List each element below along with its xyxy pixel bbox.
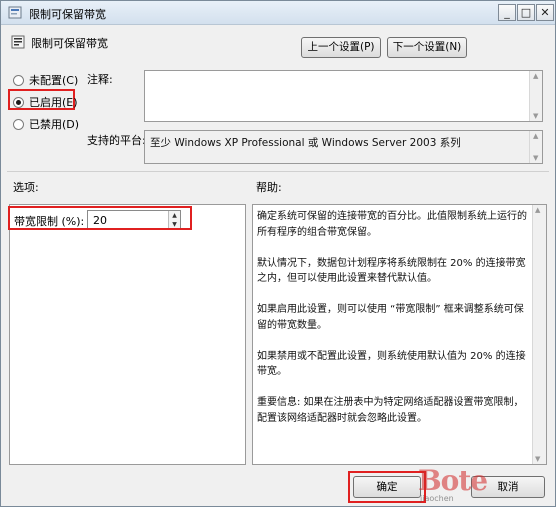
radio-enabled[interactable]: 已启用(E) [13, 94, 78, 110]
help-text: 确定系统可保留的连接带宽的百分比。此值限制系统上运行的所有程序的组合带宽保留。 … [257, 209, 531, 442]
setting-title: 限制可保留带宽 [31, 37, 108, 50]
radio-button-icon [13, 74, 24, 86]
options-label: 选项: [13, 181, 39, 194]
radio-not-configured[interactable]: 未配置(C) [13, 72, 78, 88]
radio-label: 未配置(C) [29, 74, 79, 87]
platform-label: 支持的平台: [87, 134, 146, 147]
scroll-up-icon[interactable]: ▲ [533, 72, 538, 80]
watermark-logo: Bote [418, 464, 488, 497]
options-panel: 带宽限制 (%): 20 ▲ ▼ [9, 204, 246, 465]
help-paragraph: 如果禁用或不配置此设置，则系统使用默认值为 20% 的连接带宽。 [257, 350, 526, 378]
policy-icon [8, 6, 22, 19]
radio-button-icon [13, 118, 24, 130]
highlight-box [348, 471, 426, 503]
scroll-down-icon[interactable]: ▼ [533, 154, 538, 162]
scroll-down-icon[interactable]: ▼ [533, 112, 538, 120]
radio-label: 已启用(E) [29, 96, 78, 109]
minimize-button[interactable]: _ [498, 4, 516, 21]
highlight-box [8, 206, 192, 230]
platform-field: 至少 Windows XP Professional 或 Windows Ser… [144, 130, 543, 164]
next-setting-button[interactable]: 下一个设置(N) [387, 37, 467, 58]
help-paragraph: 默认情况下，数据包计划程序将系统限制在 20% 的连接带宽之内，但可以使用此设置… [257, 257, 526, 285]
help-paragraph: 重要信息: 如果在注册表中为特定网络适配器设置带宽限制，配置该网络适配器时就会忽… [257, 397, 524, 424]
scroll-down-icon[interactable]: ▼ [535, 455, 540, 463]
window-title: 限制可保留带宽 [29, 8, 106, 21]
close-button[interactable]: ✕ [536, 4, 554, 21]
radio-disabled[interactable]: 已禁用(D) [13, 116, 79, 132]
help-label: 帮助: [256, 181, 282, 194]
watermark-text: jiaochen [420, 494, 454, 503]
divider [7, 171, 549, 172]
radio-button-icon [13, 96, 24, 108]
scroll-up-icon[interactable]: ▲ [535, 206, 540, 214]
setting-icon [11, 35, 25, 49]
notes-textarea[interactable] [144, 70, 543, 122]
previous-setting-button[interactable]: 上一个设置(P) [301, 37, 381, 58]
help-paragraph: 确定系统可保留的连接带宽的百分比。此值限制系统上运行的所有程序的组合带宽保留。 [257, 211, 527, 238]
scroll-up-icon[interactable]: ▲ [533, 132, 538, 140]
title-bar: 限制可保留带宽 _ □ ✕ [1, 1, 555, 25]
notes-scrollbar[interactable]: ▲ ▼ [529, 71, 542, 121]
platform-scrollbar[interactable]: ▲ ▼ [529, 131, 542, 163]
help-paragraph: 如果启用此设置，则可以使用 “带宽限制” 框来调整系统可保留的带宽数量。 [257, 304, 524, 331]
radio-label: 已禁用(D) [29, 118, 80, 131]
site-watermark: Bote jiaochen [416, 464, 556, 506]
help-panel: 确定系统可保留的连接带宽的百分比。此值限制系统上运行的所有程序的组合带宽保留。 … [252, 204, 547, 465]
platform-value: 至少 Windows XP Professional 或 Windows Ser… [150, 137, 461, 149]
help-scrollbar[interactable]: ▲ ▼ [532, 205, 546, 464]
maximize-button[interactable]: □ [517, 4, 535, 21]
policy-dialog: 限制可保留带宽 _ □ ✕ 限制可保留带宽 上一个设置(P) 下一个设置(N) … [0, 0, 556, 507]
notes-label: 注释: [87, 73, 113, 86]
